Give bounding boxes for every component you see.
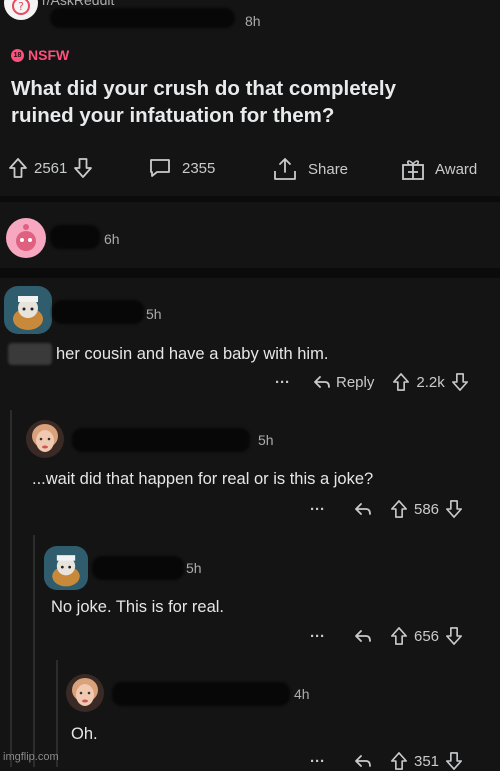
snoo-avatar[interactable] <box>6 218 46 258</box>
reply-label: Reply <box>336 373 375 391</box>
avatar[interactable] <box>66 674 104 712</box>
post-divider <box>0 196 500 202</box>
subreddit-icon[interactable]: ? <box>4 0 38 20</box>
vote-count: 2.2k <box>416 373 445 391</box>
comment-time: 5h <box>258 432 274 448</box>
post-title-line-1: What did your crush do that completely <box>11 77 396 100</box>
redacted-username <box>50 225 100 249</box>
comment-time: 5h <box>146 306 162 322</box>
reply-icon[interactable] <box>354 501 372 517</box>
comment-time: 4h <box>294 686 310 702</box>
vote-count: 656 <box>414 627 440 645</box>
downvote-icon[interactable] <box>451 372 469 392</box>
upvote-icon[interactable] <box>390 499 408 519</box>
avatar[interactable] <box>44 546 88 590</box>
post-title-line-2: ruined your infatuation for them? <box>11 104 335 127</box>
award-button[interactable]: Award <box>400 157 477 181</box>
upvote-icon[interactable] <box>8 157 28 179</box>
upvote-icon[interactable] <box>392 372 410 392</box>
more-options-icon[interactable]: ··· <box>310 501 340 518</box>
comment-text: Oh. <box>71 725 98 743</box>
post-vote-bar: 2561 <box>8 157 93 179</box>
redacted-username <box>50 8 235 28</box>
comment-actions: ··· 586 <box>310 499 463 519</box>
comment-text: No joke. This is for real. <box>51 598 225 616</box>
more-options-icon[interactable]: ··· <box>310 628 340 645</box>
reply-button[interactable]: Reply <box>313 374 374 391</box>
comment-text: her cousin and have a baby with him. <box>56 345 329 363</box>
downvote-icon[interactable] <box>73 157 93 179</box>
upvote-icon[interactable] <box>390 626 408 646</box>
share-label: Share <box>308 160 349 178</box>
comment-actions: ··· 656 <box>310 626 463 646</box>
gift-icon <box>400 157 426 181</box>
post-time: 8h <box>245 13 261 29</box>
redacted-username <box>52 300 144 324</box>
reply-icon <box>313 374 331 390</box>
thread-line[interactable] <box>10 410 12 767</box>
nsfw-icon: 18 <box>11 48 24 62</box>
share-icon <box>272 157 298 181</box>
comment-divider <box>0 268 500 278</box>
more-options-icon[interactable]: ··· <box>275 374 305 391</box>
nsfw-label: NSFW <box>28 47 70 63</box>
comment-count: 2355 <box>182 159 216 177</box>
avatar[interactable] <box>4 286 52 334</box>
post-title[interactable]: What did your crush do that completely r… <box>11 75 396 129</box>
comments-button[interactable]: 2355 <box>148 157 215 179</box>
award-label: Award <box>435 160 478 178</box>
comment-actions: ··· 351 <box>310 751 463 771</box>
reply-icon[interactable] <box>354 628 372 644</box>
redacted-word <box>8 343 52 365</box>
comment-icon <box>148 157 172 179</box>
thread-line[interactable] <box>33 535 35 767</box>
svg-text:?: ? <box>18 0 24 13</box>
comment-text: ...wait did that happen for real or is t… <box>32 470 374 488</box>
nsfw-badge: 18 NSFW <box>11 47 69 63</box>
subreddit-name[interactable]: r/AskReddit <box>42 0 114 8</box>
share-button[interactable]: Share <box>272 157 348 181</box>
redacted-username <box>92 556 184 580</box>
comment-actions: ··· Reply 2.2k <box>275 372 469 392</box>
post-vote-count: 2561 <box>34 159 68 177</box>
downvote-icon[interactable] <box>445 626 463 646</box>
vote-count: 586 <box>414 500 440 518</box>
downvote-icon[interactable] <box>445 751 463 771</box>
redacted-username <box>112 682 290 706</box>
comment-time: 5h <box>186 560 202 576</box>
avatar[interactable] <box>26 420 64 458</box>
upvote-icon[interactable] <box>390 751 408 771</box>
redacted-username <box>72 428 250 452</box>
downvote-icon[interactable] <box>445 499 463 519</box>
watermark: imgflip.com <box>3 751 59 763</box>
comment-time: 6h <box>104 231 120 247</box>
